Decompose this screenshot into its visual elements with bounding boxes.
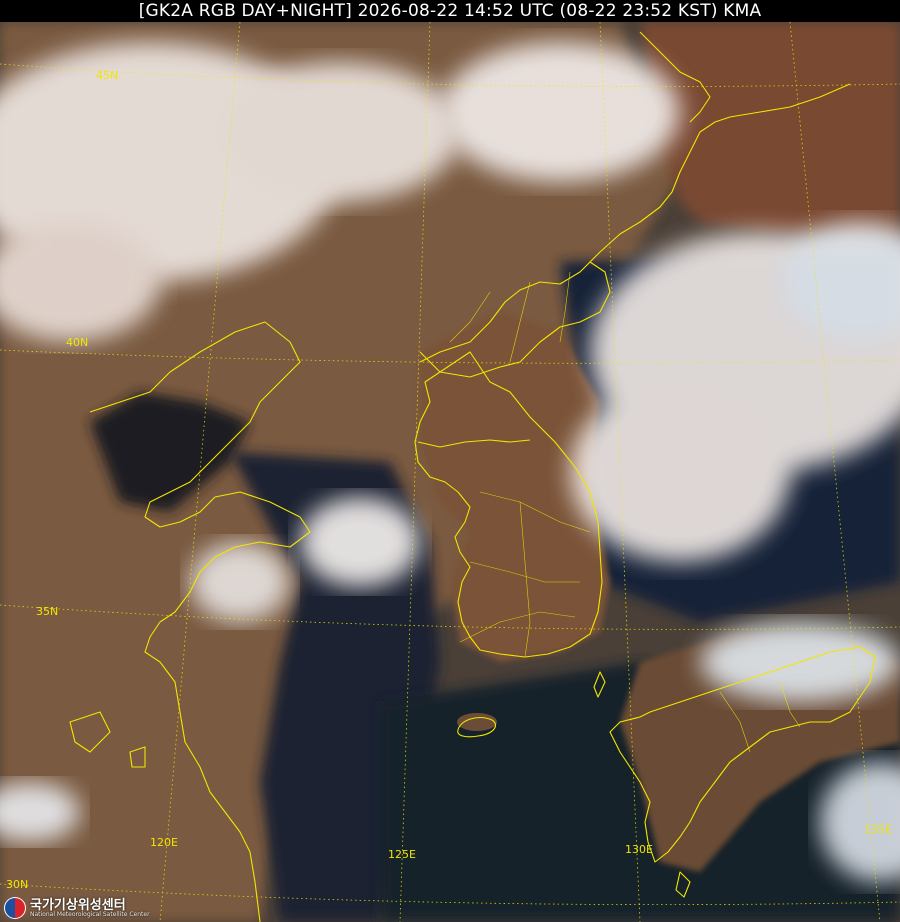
lon-label-120e: 120E <box>150 836 178 849</box>
satellite-map: 45N 40N 35N 30N 120E 125E 130E 135E 국가기상… <box>0 22 900 922</box>
lon-label-130e: 130E <box>625 843 653 856</box>
nmsc-logo-text: 국가기상위성센터 National Meteorological Satelli… <box>30 899 150 918</box>
lat-label-40n: 40N <box>66 336 89 349</box>
nmsc-name-english: National Meteorological Satellite Center <box>30 910 150 918</box>
nmsc-emblem-icon <box>4 897 26 919</box>
lat-label-45n: 45N <box>96 69 119 82</box>
nmsc-name-korean: 국가기상위성센터 <box>30 897 126 913</box>
lon-label-135e: 135E <box>864 823 892 836</box>
nmsc-logo: 국가기상위성센터 National Meteorological Satelli… <box>4 896 150 920</box>
image-title: [GK2A RGB DAY+NIGHT] 2026-08-22 14:52 UT… <box>138 1 762 21</box>
lat-label-35n: 35N <box>36 605 59 618</box>
lon-label-125e: 125E <box>388 848 416 861</box>
lat-label-30n: 30N <box>6 878 29 891</box>
satellite-image <box>0 22 900 922</box>
image-title-bar: [GK2A RGB DAY+NIGHT] 2026-08-22 14:52 UT… <box>0 0 900 22</box>
